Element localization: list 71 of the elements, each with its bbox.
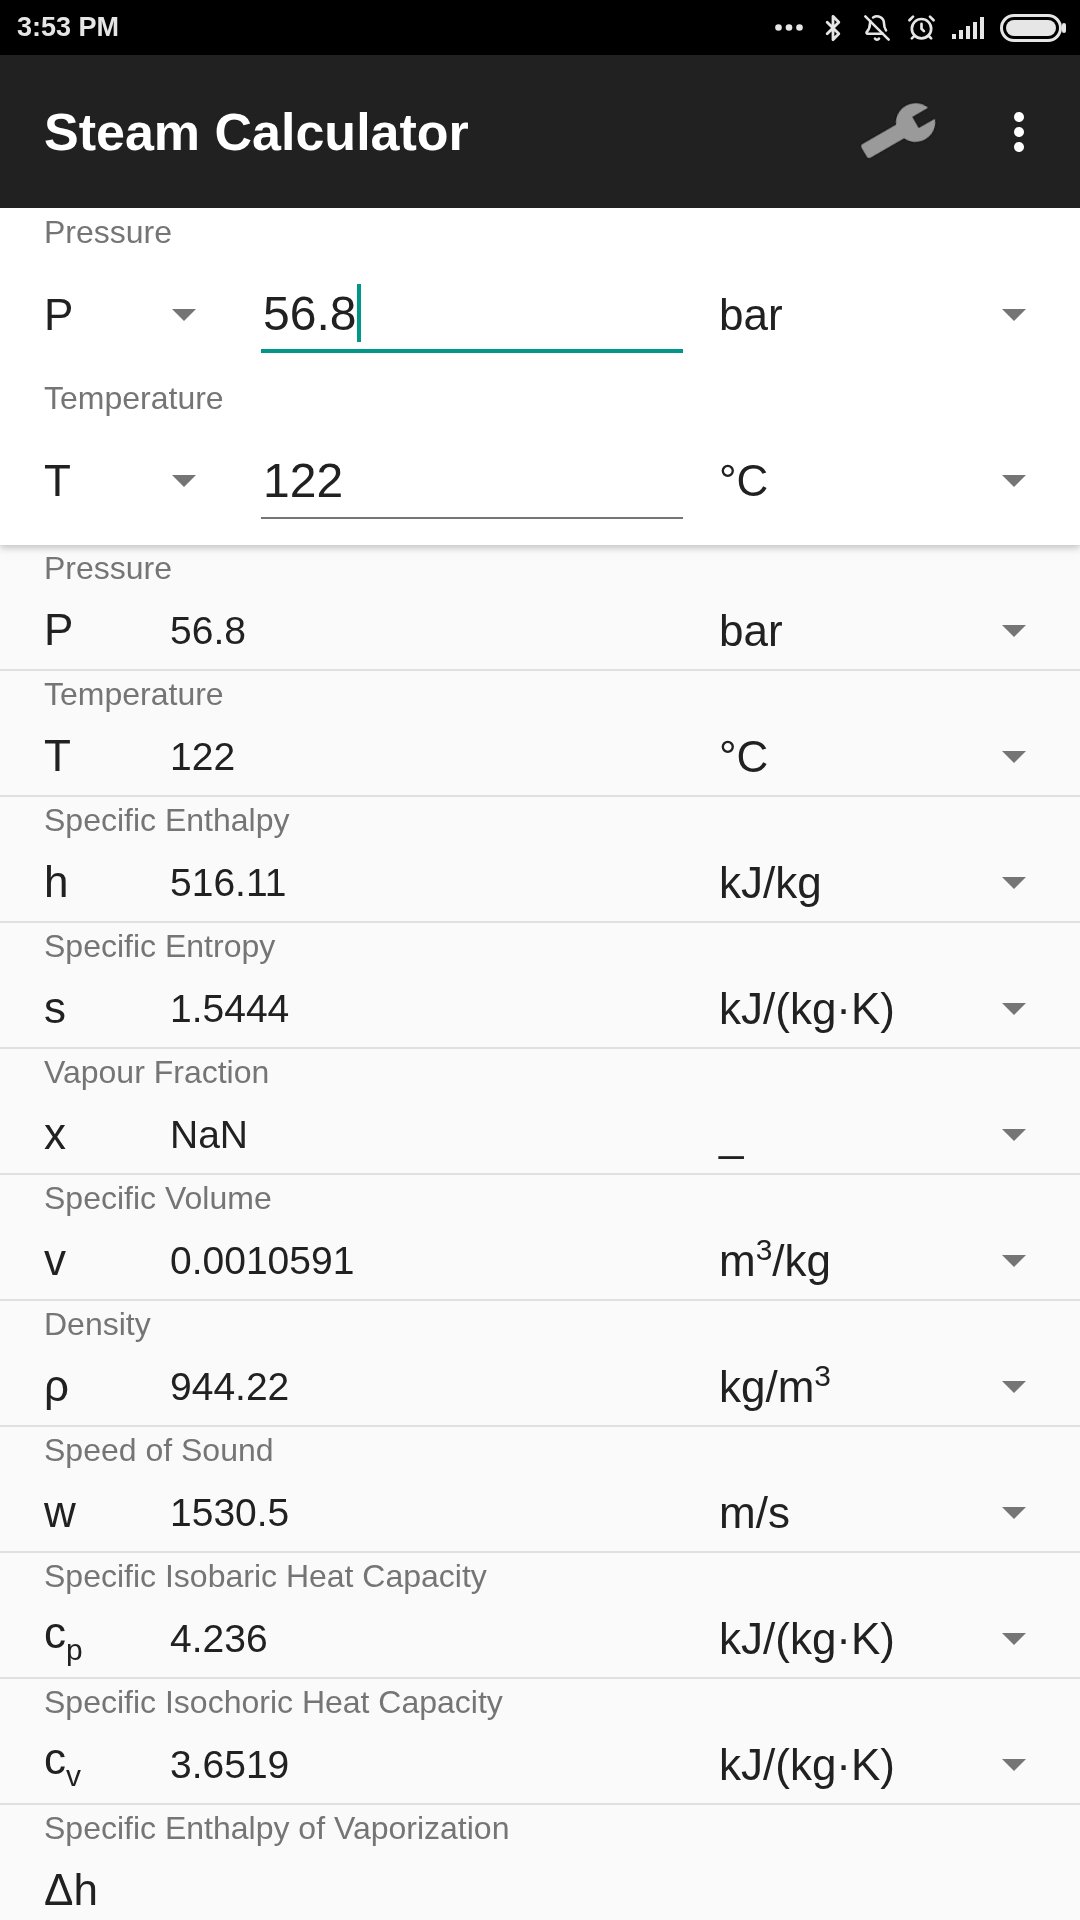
property-symbol: w [44, 1488, 77, 1538]
property-symbol: T [44, 732, 72, 782]
alarm-clock-icon [907, 13, 936, 42]
input-label: Pressure [43, 213, 174, 252]
caret-icon [1002, 1381, 1026, 1393]
unit-dropdown[interactable]: kJ/(kg·K) [719, 1740, 1026, 1790]
property-symbol: P [44, 606, 75, 656]
unit-dropdown[interactable]: °C [719, 456, 1026, 506]
property-value: 4.236 [170, 1617, 269, 1661]
unit-dropdown[interactable]: m$^{3}$/kg [719, 1236, 1026, 1286]
property-value: 0.0010591 [170, 1239, 356, 1283]
caret-icon [1002, 751, 1026, 763]
property-label: Specific Entropy [43, 927, 277, 965]
property-label: Specific Isobaric Heat Capacity [43, 1557, 488, 1595]
bell-off-icon [863, 13, 891, 42]
caret-icon [1002, 1255, 1026, 1267]
property-label: Speed of Sound [43, 1431, 275, 1469]
property-value: 516.11 [170, 861, 288, 905]
battery-icon [1000, 13, 1066, 42]
property-symbol: v [44, 1236, 67, 1286]
property-symbol: x [44, 1110, 67, 1160]
property-label: Specific Volume [43, 1179, 273, 1217]
app-title: Steam Calculator [44, 101, 470, 162]
unit-dropdown[interactable]: kJ/(kg·K) [719, 984, 1026, 1034]
property-symbol: c$_{v}$ [44, 1736, 82, 1794]
unit-dropdown[interactable]: _ [719, 1110, 1026, 1160]
property-label: Pressure [43, 549, 174, 587]
property-value: 56.8 [170, 609, 247, 653]
property-symbol: s [44, 984, 67, 1034]
caret-icon [172, 309, 196, 321]
caret-icon [1002, 1633, 1026, 1645]
input-label: Temperature [43, 379, 225, 418]
unit-dropdown[interactable]: kg/m$^{3}$ [719, 1362, 1026, 1412]
unit-dropdown[interactable]: bar [719, 290, 1026, 340]
property-value: 1.5444 [170, 987, 291, 1031]
caret-icon [1002, 309, 1026, 321]
unit-dropdown[interactable]: °C [719, 732, 1026, 782]
unit-dropdown[interactable]: kJ/kg [719, 858, 1026, 908]
caret-icon [1002, 1759, 1026, 1771]
property-value: 944.22 [170, 1365, 291, 1409]
property-value: 122 [170, 735, 237, 779]
property-value: NaN [170, 1113, 250, 1157]
symbol-dropdown[interactable]: P [44, 290, 196, 340]
property-symbol: Δh [44, 1866, 99, 1916]
property-label: Vapour Fraction [43, 1053, 271, 1091]
property-symbol: c$_{p}$ [44, 1610, 84, 1668]
property-label: Temperature [43, 675, 225, 713]
caret-icon [1002, 475, 1026, 487]
property-value: 1530.5 [170, 1491, 291, 1535]
property-symbol: ρ [44, 1362, 71, 1412]
caret-icon [1002, 1129, 1026, 1141]
caret-icon [1002, 1507, 1026, 1519]
caret-icon [1002, 625, 1026, 637]
property-symbol: h [44, 858, 70, 908]
unit-dropdown[interactable]: m/s [719, 1488, 1026, 1538]
property-value: 3.6519 [170, 1743, 291, 1787]
property-label: Specific Isochoric Heat Capacity [43, 1683, 504, 1721]
status-time: 3:53 PM [17, 12, 120, 43]
caret-icon [172, 475, 196, 487]
unit-dropdown[interactable]: kJ/(kg·K) [719, 1614, 1026, 1664]
property-label: Specific Enthalpy of Vaporization [43, 1809, 511, 1847]
input-field[interactable]: 56.8 [261, 277, 683, 353]
more-dots-icon [775, 24, 803, 31]
property-label: Specific Enthalpy [43, 801, 291, 839]
caret-icon [1002, 1003, 1026, 1015]
unit-dropdown[interactable]: bar [719, 606, 1026, 656]
input-field[interactable]: 122 [261, 443, 683, 519]
caret-icon [1002, 877, 1026, 889]
symbol-dropdown[interactable]: T [44, 456, 196, 506]
property-label: Density [43, 1305, 152, 1343]
signal-icon [952, 16, 984, 39]
